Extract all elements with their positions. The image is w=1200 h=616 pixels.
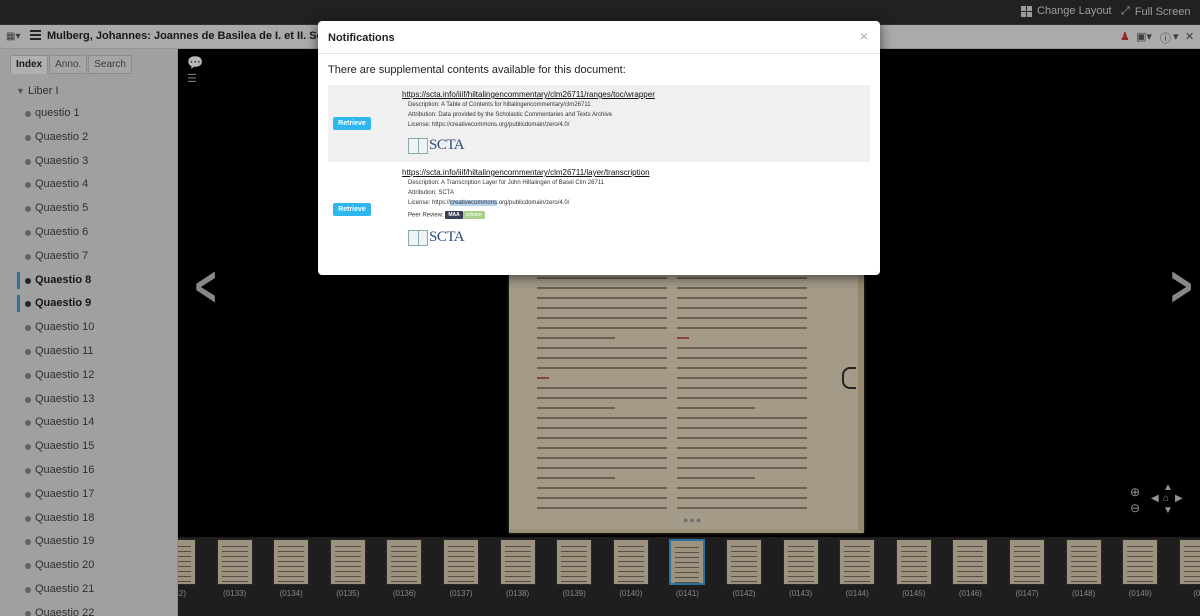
scta-logo: SCTA <box>408 226 470 248</box>
supplement-entry-toc: Retrieve https://scta.info/iiif/hiltalin… <box>328 85 870 162</box>
book-icon <box>408 138 428 154</box>
supplement-attribution: Attribution: Data provided by the Schola… <box>408 112 612 118</box>
retrieve-button[interactable]: Retrieve <box>333 117 371 130</box>
modal-title: Notifications <box>328 32 395 44</box>
book-icon <box>408 230 428 246</box>
supplement-entry-transcription: Retrieve https://scta.info/iiif/hiltalin… <box>328 164 870 252</box>
supplement-description: Description: A Transcription Layer for J… <box>408 180 604 186</box>
scta-logo: SCTA <box>408 134 470 156</box>
modal-intro-text: There are supplemental contents availabl… <box>328 64 626 76</box>
highlighted-text: creativecommons <box>450 200 498 206</box>
supplement-url-link[interactable]: https://scta.info/iiif/hiltalingencommen… <box>402 90 655 99</box>
supplement-license: License: https://creativecommons.org/pub… <box>408 122 570 128</box>
supplement-url-link[interactable]: https://scta.info/iiif/hiltalingencommen… <box>402 168 650 177</box>
peer-review-label: Peer Review: <box>408 212 444 219</box>
retrieve-button[interactable]: Retrieve <box>333 203 371 216</box>
supplement-license: License: https://creativecommons.org/pub… <box>408 200 570 206</box>
close-icon[interactable]: × <box>860 28 868 44</box>
maa-badge[interactable]: MAA <box>445 211 463 219</box>
modal-header: Notifications × <box>318 21 880 54</box>
supplement-description: Description: A Table of Contents for hil… <box>408 102 591 108</box>
notifications-modal: Notifications × There are supplemental c… <box>318 21 880 275</box>
supplement-attribution: Attribution: SCTA <box>408 190 454 196</box>
sytsam-badge[interactable]: sytsam <box>462 211 485 219</box>
peer-review-row: Peer Review: MAA sytsam <box>408 211 485 219</box>
